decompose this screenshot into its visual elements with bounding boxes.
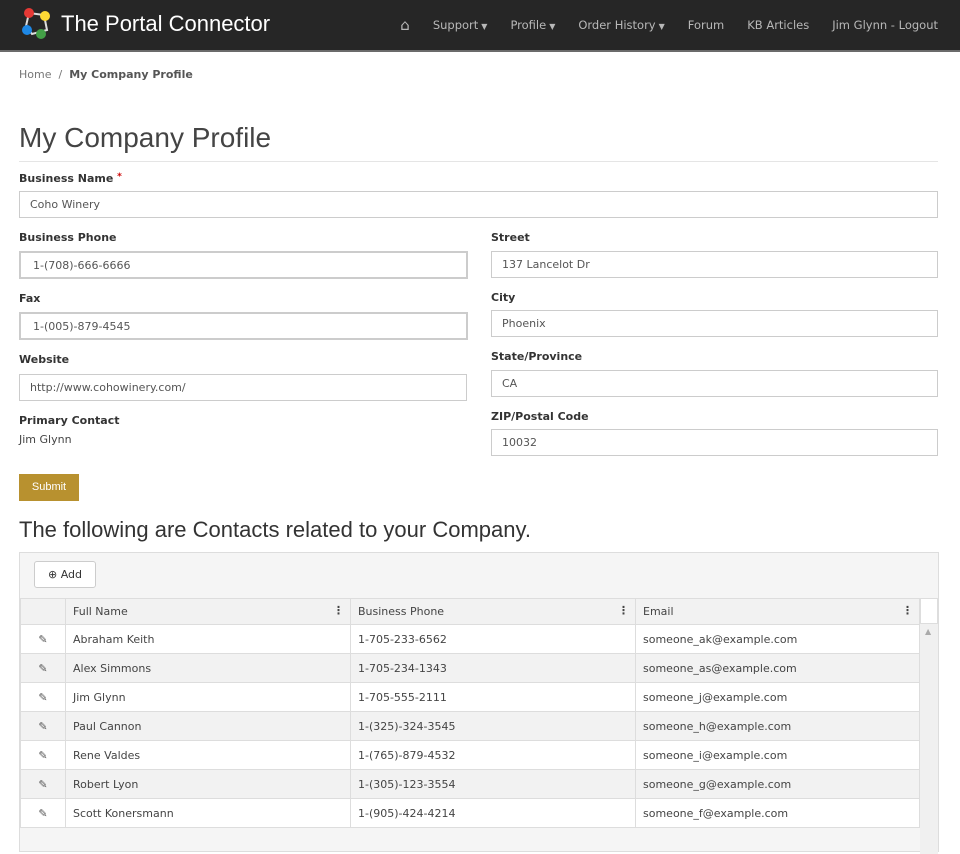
column-menu-icon[interactable]: ⋮ <box>902 604 913 617</box>
business-name-input[interactable]: Coho Winery <box>19 191 938 218</box>
cell-email: someone_j@example.com <box>636 683 920 712</box>
cell-full-name: Rene Valdes <box>66 741 351 770</box>
cell-email: someone_f@example.com <box>636 799 920 828</box>
divider <box>19 161 938 162</box>
table-row[interactable]: ✎Alex Simmons1-705-234-1343someone_as@ex… <box>21 654 920 683</box>
fax-label: Fax <box>19 292 40 305</box>
cell-email: someone_as@example.com <box>636 654 920 683</box>
edit-icon[interactable]: ✎ <box>21 741 66 770</box>
nav-kb-articles[interactable]: KB Articles <box>747 18 809 32</box>
cell-full-name: Paul Cannon <box>66 712 351 741</box>
plus-circle-icon: ⊕ <box>48 568 57 581</box>
scroll-up-icon[interactable]: ▲ <box>925 627 931 636</box>
breadcrumb-home[interactable]: Home <box>19 68 51 81</box>
column-header-business-phone[interactable]: Business Phone⋮ <box>351 599 636 625</box>
submit-button[interactable]: Submit <box>19 474 79 501</box>
breadcrumb-current: My Company Profile <box>69 68 193 81</box>
edit-icon[interactable]: ✎ <box>21 712 66 741</box>
contacts-grid: ⊕ Add Full Name⋮ Business Phone⋮ Email⋮ … <box>19 552 939 852</box>
city-input[interactable]: Phoenix <box>491 310 938 337</box>
nav-forum[interactable]: Forum <box>688 18 724 32</box>
website-input[interactable]: http://www.cohowinery.com/ <box>19 374 467 401</box>
cell-full-name: Jim Glynn <box>66 683 351 712</box>
cell-business-phone: 1-705-555-2111 <box>351 683 636 712</box>
cell-full-name: Robert Lyon <box>66 770 351 799</box>
cell-email: someone_i@example.com <box>636 741 920 770</box>
website-label: Website <box>19 353 69 366</box>
page-title: My Company Profile <box>19 122 271 154</box>
business-phone-input[interactable]: 1-(708)-666-6666 <box>19 251 468 279</box>
street-input[interactable]: 137 Lancelot Dr <box>491 251 938 278</box>
cell-full-name: Abraham Keith <box>66 625 351 654</box>
cell-business-phone: 1-(765)-879-4532 <box>351 741 636 770</box>
column-menu-icon[interactable]: ⋮ <box>618 604 629 617</box>
edit-icon[interactable]: ✎ <box>21 625 66 654</box>
table-row[interactable]: ✎Paul Cannon1-(325)-324-3545someone_h@ex… <box>21 712 920 741</box>
navbar: The Portal Connector ⌂ Support▼ Profile▼… <box>0 0 960 52</box>
logo-icon <box>19 6 55 42</box>
cell-business-phone: 1-705-233-6562 <box>351 625 636 654</box>
home-icon[interactable]: ⌂ <box>400 16 410 34</box>
edit-icon[interactable]: ✎ <box>21 770 66 799</box>
table-row[interactable]: ✎Abraham Keith1-705-233-6562someone_ak@e… <box>21 625 920 654</box>
business-phone-label: Business Phone <box>19 231 117 244</box>
table-row[interactable]: ✎Scott Konersmann1-(905)-424-4214someone… <box>21 799 920 828</box>
cell-business-phone: 1-(905)-424-4214 <box>351 799 636 828</box>
cell-email: someone_ak@example.com <box>636 625 920 654</box>
zip-label: ZIP/Postal Code <box>491 410 589 423</box>
edit-icon[interactable]: ✎ <box>21 683 66 712</box>
add-contact-button[interactable]: ⊕ Add <box>34 561 96 588</box>
column-menu-icon[interactable]: ⋮ <box>333 604 344 617</box>
cell-full-name: Alex Simmons <box>66 654 351 683</box>
column-header-email[interactable]: Email⋮ <box>636 599 920 625</box>
nav-logout[interactable]: Jim Glynn - Logout <box>832 18 938 32</box>
column-header-full-name[interactable]: Full Name⋮ <box>66 599 351 625</box>
scrollbar[interactable]: ▲ <box>920 624 938 854</box>
contacts-table: Full Name⋮ Business Phone⋮ Email⋮ ✎Abrah… <box>20 598 920 828</box>
cell-email: someone_g@example.com <box>636 770 920 799</box>
breadcrumb: Home / My Company Profile <box>19 68 193 81</box>
edit-icon[interactable]: ✎ <box>21 799 66 828</box>
zip-input[interactable]: 10032 <box>491 429 938 456</box>
state-label: State/Province <box>491 350 582 363</box>
nav-profile[interactable]: Profile▼ <box>510 18 555 32</box>
nav-order-history[interactable]: Order History▼ <box>578 18 664 32</box>
cell-business-phone: 1-(325)-324-3545 <box>351 712 636 741</box>
table-row[interactable]: ✎Jim Glynn1-705-555-2111someone_j@exampl… <box>21 683 920 712</box>
cell-email: someone_h@example.com <box>636 712 920 741</box>
primary-contact-value: Jim Glynn <box>19 433 72 446</box>
cell-full-name: Scott Konersmann <box>66 799 351 828</box>
nav-support[interactable]: Support▼ <box>433 18 488 32</box>
brand-logo[interactable]: The Portal Connector <box>19 6 270 42</box>
brand-name: The Portal Connector <box>61 11 270 37</box>
city-label: City <box>491 291 515 304</box>
table-row[interactable]: ✎Rene Valdes1-(765)-879-4532someone_i@ex… <box>21 741 920 770</box>
cell-business-phone: 1-705-234-1343 <box>351 654 636 683</box>
state-input[interactable]: CA <box>491 370 938 397</box>
primary-contact-label: Primary Contact <box>19 414 120 427</box>
contacts-heading: The following are Contacts related to yo… <box>19 517 531 543</box>
fax-input[interactable]: 1-(005)-879-4545 <box>19 312 468 340</box>
table-row[interactable]: ✎Robert Lyon1-(305)-123-3554someone_g@ex… <box>21 770 920 799</box>
edit-icon[interactable]: ✎ <box>21 654 66 683</box>
street-label: Street <box>491 231 530 244</box>
cell-business-phone: 1-(305)-123-3554 <box>351 770 636 799</box>
business-name-label: Business Name * <box>19 172 122 185</box>
